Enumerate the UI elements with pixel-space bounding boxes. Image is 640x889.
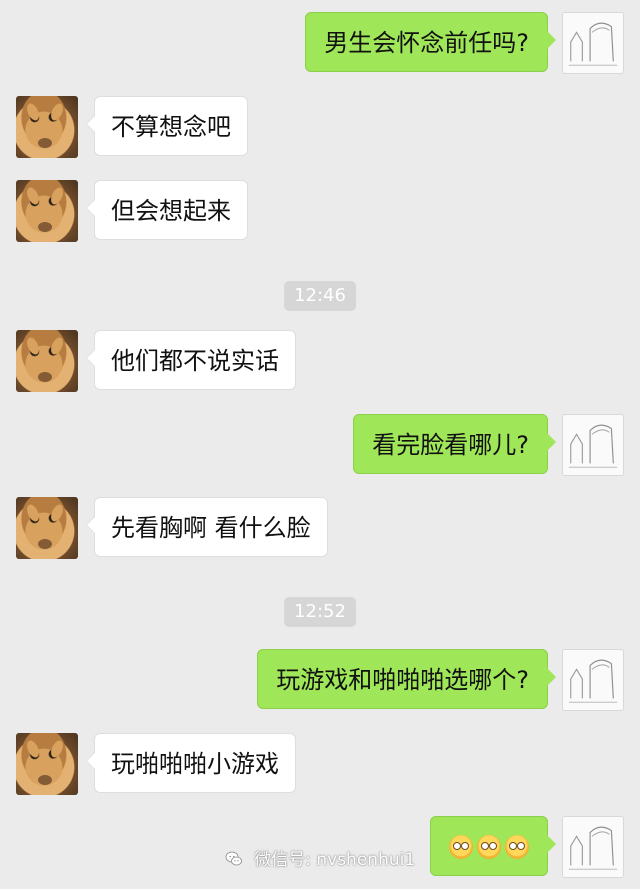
message-row-incoming: 先看胸啊 看什么脸 (0, 497, 640, 559)
message-bubble-incoming[interactable]: 但会想起来 (86, 180, 248, 240)
message-row-incoming: 不算想念吧 (0, 96, 640, 158)
message-row-outgoing: 男生会怀念前任吗? (0, 12, 640, 74)
flushed-face-emoji-icon (449, 835, 473, 859)
chat-thread: 男生会怀念前任吗? 不算想念吧 但会想起来 12:46 他们都不说实话 看完脸看… (0, 0, 640, 889)
message-bubble-incoming[interactable]: 玩啪啪啪小游戏 (86, 733, 296, 793)
message-bubble-outgoing[interactable]: 玩游戏和啪啪啪选哪个? (257, 649, 556, 709)
message-bubble-incoming[interactable]: 他们都不说实话 (86, 330, 296, 390)
timestamp-divider: 12:52 (284, 597, 356, 627)
giraffe-avatar-icon[interactable] (16, 497, 78, 559)
sketch-avatar-icon[interactable] (562, 414, 624, 476)
emoji-group (449, 817, 529, 877)
timestamp-divider: 12:46 (284, 281, 356, 311)
message-bubble-outgoing-emoji[interactable] (430, 816, 556, 877)
message-row-incoming: 玩啪啪啪小游戏 (0, 733, 640, 795)
message-bubble-incoming[interactable]: 不算想念吧 (86, 96, 248, 156)
message-row-incoming: 但会想起来 (0, 180, 640, 242)
flushed-face-emoji-icon (505, 835, 529, 859)
message-bubble-incoming[interactable]: 先看胸啊 看什么脸 (86, 497, 328, 557)
giraffe-avatar-icon[interactable] (16, 96, 78, 158)
sketch-avatar-icon[interactable] (562, 649, 624, 711)
message-bubble-outgoing[interactable]: 看完脸看哪儿? (353, 414, 556, 474)
sketch-avatar-icon[interactable] (562, 12, 624, 74)
giraffe-avatar-icon[interactable] (16, 180, 78, 242)
flushed-face-emoji-icon (477, 835, 501, 859)
giraffe-avatar-icon[interactable] (16, 733, 78, 795)
message-bubble-outgoing[interactable]: 男生会怀念前任吗? (305, 12, 556, 72)
message-row-outgoing (0, 816, 640, 878)
message-row-outgoing: 玩游戏和啪啪啪选哪个? (0, 649, 640, 711)
message-row-outgoing: 看完脸看哪儿? (0, 414, 640, 476)
sketch-avatar-icon[interactable] (562, 816, 624, 878)
message-row-incoming: 他们都不说实话 (0, 330, 640, 392)
giraffe-avatar-icon[interactable] (16, 330, 78, 392)
